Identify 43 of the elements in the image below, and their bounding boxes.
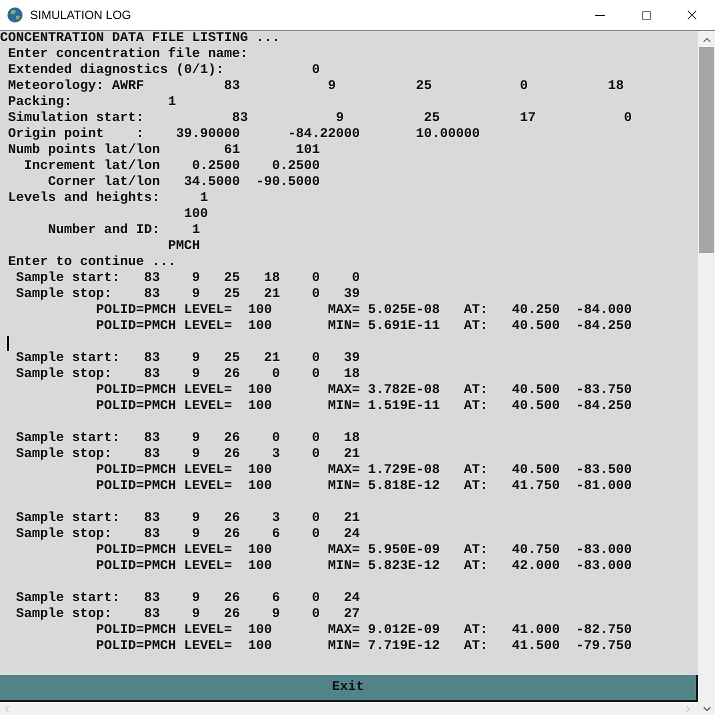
log-line: Sample start: 83 9 25 21 0 39 bbox=[14, 351, 360, 367]
globe-icon bbox=[7, 7, 23, 23]
minimize-icon bbox=[595, 14, 605, 16]
log-line: POLID=PMCH LEVEL= 100 MIN= 5.818E-12 AT: 41.750 -81.000 bbox=[94, 479, 632, 495]
log-line: POLID=PMCH LEVEL= 100 MIN= 7.719E-12 AT: 41.500 -79.750 bbox=[94, 639, 632, 655]
exit-button[interactable]: Exit bbox=[0, 675, 698, 702]
log-line: Number and ID: 1 bbox=[46, 223, 200, 239]
log-line: Sample start: 83 9 26 0 0 18 bbox=[14, 431, 360, 447]
log-line: POLID=PMCH LEVEL= 100 MAX= 9.012E-09 AT: 41.000 -82.750 bbox=[94, 623, 632, 639]
log-line: Increment lat/lon 0.2500 0.2500 bbox=[22, 159, 320, 175]
log-line: POLID=PMCH LEVEL= 100 MIN= 1.519E-11 AT: 40.500 -84.250 bbox=[94, 399, 632, 415]
log-line: 100 bbox=[182, 207, 208, 223]
log-line: POLID=PMCH LEVEL= 100 MAX= 5.950E-09 AT: 40.750 -83.000 bbox=[94, 543, 632, 559]
log-line: Numb points lat/lon 61 101 bbox=[6, 143, 320, 159]
log-line: Sample start: 83 9 25 18 0 0 bbox=[14, 271, 360, 287]
log-line: POLID=PMCH LEVEL= 100 MIN= 5.823E-12 AT: 42.000 -83.000 bbox=[94, 559, 632, 575]
log-line: POLID=PMCH LEVEL= 100 MAX= 5.025E-08 AT: 40.250 -84.000 bbox=[94, 303, 632, 319]
log-line: Sample start: 83 9 26 3 0 21 bbox=[14, 511, 360, 527]
log-line: Sample stop: 83 9 25 21 0 39 bbox=[14, 287, 360, 303]
log-line: Sample stop: 83 9 26 0 0 18 bbox=[14, 367, 360, 383]
maximize-icon bbox=[640, 10, 652, 20]
log-line: Origin point : 39.90000 -84.22000 10.00000 bbox=[6, 127, 480, 143]
log-line: Meteorology: AWRF 83 9 25 0 18 bbox=[6, 79, 624, 95]
log-line: Sample stop: 83 9 26 6 0 24 bbox=[14, 527, 360, 543]
horizontal-scrollbar[interactable] bbox=[0, 702, 715, 715]
log-line: Sample start: 83 9 26 6 0 24 bbox=[14, 591, 360, 607]
log-line: Packing: 1 bbox=[6, 95, 176, 111]
vertical-scrollbar[interactable] bbox=[698, 31, 715, 702]
log-line: Enter concentration file name: bbox=[6, 47, 248, 63]
log-line: PMCH bbox=[166, 239, 200, 255]
log-line: Enter to continue ... bbox=[6, 255, 176, 271]
log-line: Levels and heights: 1 bbox=[6, 191, 208, 207]
log-line: Sample stop: 83 9 26 9 0 27 bbox=[14, 607, 360, 623]
log-line: Simulation start: 83 9 25 17 0 bbox=[6, 111, 632, 127]
log-line: Extended diagnostics (0/1): 0 bbox=[6, 63, 320, 79]
log-line: POLID=PMCH LEVEL= 100 MIN= 5.691E-11 AT: 40.500 -84.250 bbox=[94, 319, 632, 335]
log-line: POLID=PMCH LEVEL= 100 MAX= 3.782E-08 AT: 40.500 -83.750 bbox=[94, 383, 632, 399]
log-line: Sample stop: 83 9 26 3 0 21 bbox=[14, 447, 360, 463]
log-line: CONCENTRATION DATA FILE LISTING ... bbox=[0, 31, 280, 47]
log-line: POLID=PMCH LEVEL= 100 MAX= 1.729E-08 AT: 40.500 -83.500 bbox=[94, 463, 632, 479]
scrollbar-thumb[interactable] bbox=[699, 47, 714, 253]
window-title: SIMULATION LOG bbox=[30, 7, 132, 24]
log-line: Corner lat/lon 34.5000 -90.5000 bbox=[46, 175, 320, 191]
